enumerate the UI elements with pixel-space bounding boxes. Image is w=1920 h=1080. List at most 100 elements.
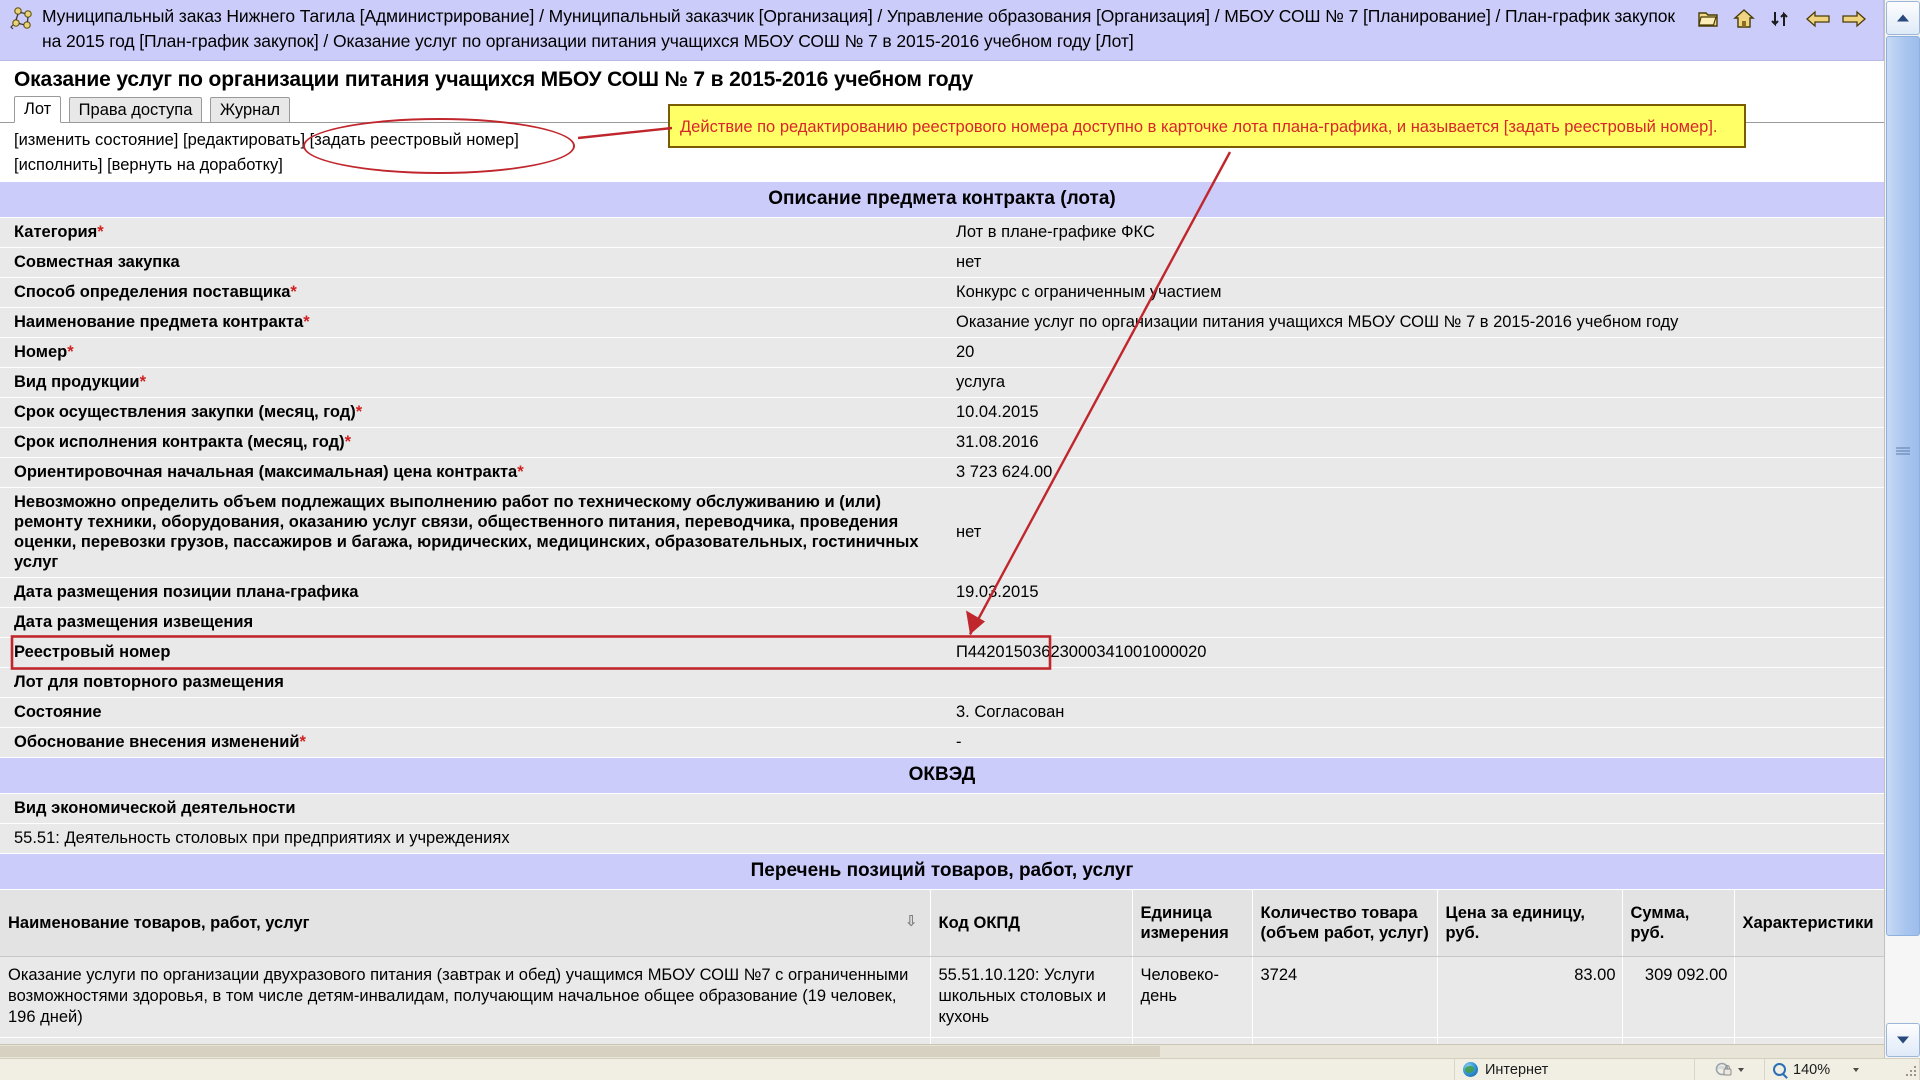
required-marker: * <box>355 403 363 421</box>
positions-column-header[interactable]: Единица измерения <box>1132 890 1253 957</box>
positions-column-header[interactable]: Код ОКПД <box>930 890 1133 957</box>
detail-label-text: Лот для повторного размещения <box>14 673 284 691</box>
required-marker: * <box>299 733 306 751</box>
window-resize-grip[interactable] <box>1906 1066 1918 1078</box>
detail-row: Категория* Лот в плане-графике ФКС <box>0 217 1884 248</box>
lot-detail-table: Описание предмета контракта (лота) Катего… <box>0 182 1884 758</box>
required-marker: * <box>517 463 524 481</box>
detail-row-value: нет <box>942 487 1884 578</box>
detail-label-text: Способ определения поставщика <box>14 283 291 301</box>
detail-row: Обоснование внесения изменений* - <box>0 727 1884 758</box>
action-set-registry-number[interactable]: [задать реестровый номер] <box>310 131 519 149</box>
positions-cell-okpd: 55.51.10.120: Услуги школьных столовых и… <box>930 956 1133 1038</box>
action-execute[interactable]: [исполнить] <box>14 156 103 174</box>
scrollbar-grip-icon <box>1896 446 1910 455</box>
vertical-scrollbar[interactable] <box>1884 0 1920 1058</box>
horizontal-scrollbar-thumb[interactable] <box>0 1046 1160 1057</box>
okved-header-row: Вид экономической деятельности <box>0 793 1884 824</box>
positions-column-header[interactable]: Характеристики <box>1734 890 1885 957</box>
vertical-scrollbar-thumb[interactable] <box>1886 36 1920 936</box>
detail-label-text: Ориентировочная начальная (максимальная)… <box>14 463 518 481</box>
detail-row: Ориентировочная начальная (максимальная)… <box>0 457 1884 488</box>
security-zone-indicator[interactable]: Интернет <box>1455 1058 1695 1080</box>
security-zone-label: Интернет <box>1485 1061 1549 1078</box>
detail-row-label: Совместная закупка <box>0 247 942 278</box>
forward-arrow-icon[interactable] <box>1841 8 1866 30</box>
status-bar: Интернет 140% <box>0 1058 1920 1080</box>
positions-cell-name: Оказание услуги по организации двухразов… <box>0 956 931 1038</box>
positions-column-header[interactable]: Сумма, руб. <box>1622 890 1735 957</box>
browser-window: Муниципальный заказ Нижнего Тагила [Адми… <box>0 0 1920 1080</box>
scroll-down-button[interactable] <box>1886 1023 1920 1057</box>
detail-label-text: Вид продукции <box>14 373 140 391</box>
table-row[interactable]: Оказание услуги по организации двухразов… <box>0 956 1885 1038</box>
vertical-scrollbar-track[interactable] <box>1886 36 1920 1022</box>
refresh-icon[interactable] <box>1769 8 1791 30</box>
detail-label-text: Категория <box>14 223 98 241</box>
zoom-control[interactable]: 140% <box>1765 1058 1920 1080</box>
section-header-contract-subject: Описание предмета контракта (лота) <box>0 182 1884 218</box>
annotation-callout: Действие по редактированию реестрового н… <box>668 104 1746 148</box>
horizontal-scrollbar[interactable] <box>0 1044 1884 1058</box>
detail-row-label: Категория* <box>0 217 942 248</box>
okved-label: Вид экономической деятельности <box>0 793 1884 824</box>
back-arrow-icon[interactable] <box>1805 8 1830 30</box>
section-title-okved: ОКВЭД <box>0 758 1884 794</box>
detail-row-label: Дата размещения извещения <box>0 607 942 638</box>
protected-mode-dropdown-icon[interactable] <box>1738 1067 1744 1072</box>
globe-icon <box>1463 1062 1478 1077</box>
sitemap-icon <box>10 6 36 32</box>
detail-row: Срок осуществления закупки (месяц, год)*… <box>0 397 1884 428</box>
section-header-okved: ОКВЭД <box>0 758 1884 794</box>
breadcrumb[interactable]: Муниципальный заказ Нижнего Тагила [Адми… <box>42 4 1687 54</box>
detail-row-value: услуга <box>942 367 1884 398</box>
zoom-dropdown-icon[interactable] <box>1853 1067 1860 1072</box>
detail-row-value <box>942 667 1884 698</box>
positions-section-header-table: Перечень позиций товаров, работ, услуг <box>0 854 1884 890</box>
detail-row-value: нет <box>942 247 1884 278</box>
positions-column-header-label: Количество товара (объем работ, услуг) <box>1260 903 1429 942</box>
positions-column-header[interactable]: Цена за единицу, руб. <box>1437 890 1623 957</box>
magnifier-icon <box>1773 1063 1786 1076</box>
tab-journal[interactable]: Журнал <box>209 97 291 123</box>
sort-descending-icon[interactable]: ⇩ <box>905 913 918 931</box>
okved-table: ОКВЭД Вид экономической деятельности 55.… <box>0 758 1884 854</box>
section-title-contract-subject: Описание предмета контракта (лота) <box>0 182 1884 218</box>
positions-column-header-label: Единица измерения <box>1140 903 1229 942</box>
detail-row-value: 19.03.2015 <box>942 577 1884 608</box>
tab-access-rights[interactable]: Права доступа <box>68 97 203 123</box>
action-change-state[interactable]: [изменить состояние] <box>14 131 178 149</box>
breadcrumb-bar: Муниципальный заказ Нижнего Тагила [Адми… <box>0 0 1884 61</box>
detail-label-text: Дата размещения извещения <box>14 613 254 631</box>
action-return-for-revision[interactable]: [вернуть на доработку] <box>107 156 283 174</box>
positions-column-header-label: Характеристики <box>1742 913 1874 932</box>
detail-label-text: Дата размещения позиции плана-графика <box>14 583 359 601</box>
detail-row: Совместная закупка нет <box>0 247 1884 278</box>
detail-row-label: Обоснование внесения изменений* <box>0 727 942 758</box>
detail-row: Номер* 20 <box>0 337 1884 368</box>
positions-header-row: Наименование товаров, работ, услуг ⇩ Код О… <box>0 890 1885 957</box>
tab-lot[interactable]: Лот <box>14 96 62 123</box>
action-edit[interactable]: [редактировать] <box>183 131 305 149</box>
detail-label-text: Реестровый номер <box>14 643 171 661</box>
detail-row: Реестровый номер П44201503623000341001000… <box>0 637 1884 668</box>
scroll-up-button[interactable] <box>1886 1 1920 35</box>
home-icon[interactable] <box>1733 8 1755 30</box>
positions-table: Наименование товаров, работ, услуг ⇩ Код О… <box>0 890 1885 1058</box>
positions-column-header-label: Цена за единицу, руб. <box>1445 903 1585 942</box>
detail-row: Лот для повторного размещения <box>0 667 1884 698</box>
positions-column-header[interactable]: Количество товара (объем работ, услуг) <box>1252 890 1438 957</box>
protected-mode-indicator[interactable] <box>1695 1058 1765 1080</box>
positions-cell-price: 83.00 <box>1437 956 1623 1038</box>
open-folder-icon[interactable] <box>1697 8 1719 30</box>
positions-column-header[interactable]: Наименование товаров, работ, услуг ⇩ <box>0 890 931 957</box>
detail-row: Дата размещения позиции плана-графика 19.… <box>0 577 1884 608</box>
detail-row-label: Дата размещения позиции плана-графика <box>0 577 942 608</box>
positions-cell-qty: 3724 <box>1252 956 1438 1038</box>
positions-column-header-label: Сумма, руб. <box>1630 903 1690 942</box>
zoom-level-label: 140% <box>1793 1061 1831 1078</box>
action-links-row-2: [исполнить] [вернуть на доработку] <box>14 153 1884 178</box>
detail-row: Дата размещения извещения <box>0 607 1884 638</box>
detail-row-value: 3. Согласован <box>942 697 1884 728</box>
detail-row-value: Конкурс с ограниченным участием <box>942 277 1884 308</box>
